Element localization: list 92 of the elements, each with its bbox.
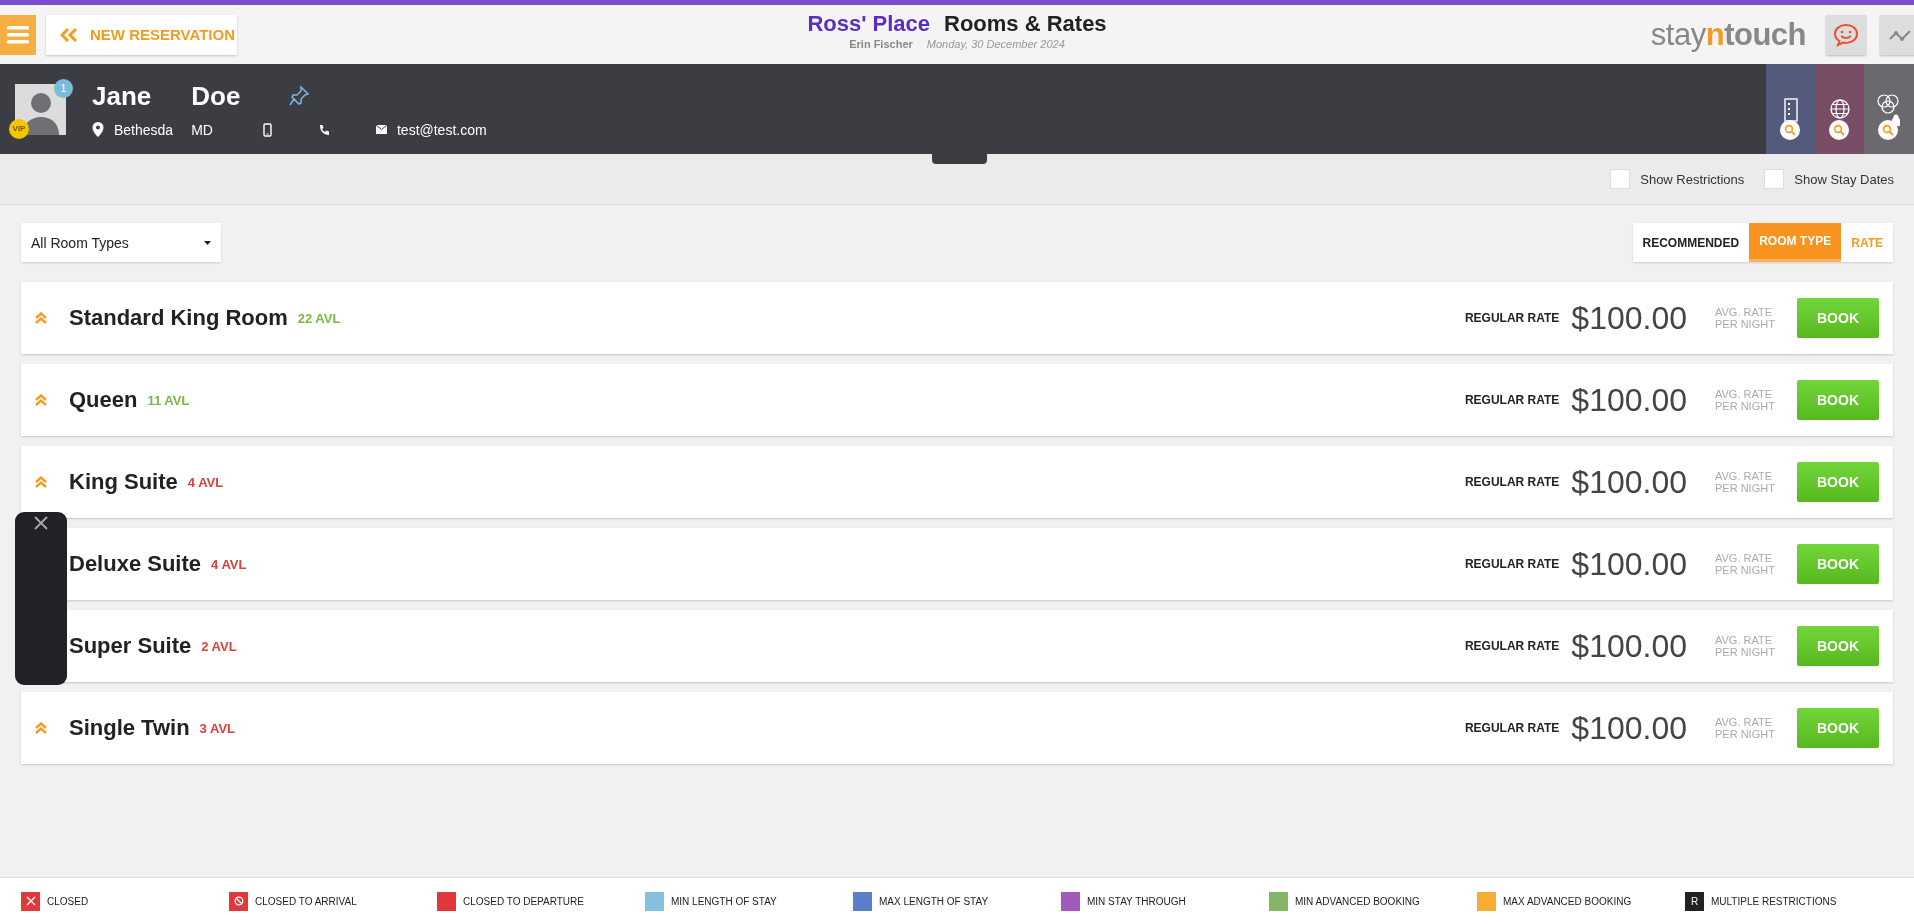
legend-label: MAX LENGTH OF STAY bbox=[879, 895, 989, 907]
option-label: Show Restrictions bbox=[1640, 171, 1745, 187]
guest-city: Bethesda bbox=[114, 121, 174, 138]
rate-name: REGULAR RATE bbox=[1464, 311, 1560, 325]
guest-email: test@test.com bbox=[396, 121, 487, 138]
rate-name: REGULAR RATE bbox=[1464, 393, 1560, 407]
price-note: AVG. RATE PER NIGHT bbox=[1715, 633, 1775, 659]
smiley-chat-icon bbox=[1833, 22, 1859, 47]
legend-label: CLOSED bbox=[47, 895, 89, 907]
travel-agent-card[interactable] bbox=[1815, 64, 1864, 154]
price-note: AVG. RATE PER NIGHT bbox=[1715, 551, 1775, 577]
price: $100.00 bbox=[1571, 381, 1687, 419]
legend-label: MIN ADVANCED BOOKING bbox=[1295, 895, 1420, 907]
legend-swatch: R bbox=[1685, 891, 1704, 911]
guest-last-name: Doe bbox=[191, 80, 241, 112]
group-card[interactable] bbox=[1864, 64, 1914, 154]
availability-count: 4 AVL bbox=[211, 556, 247, 572]
count-badge: 1 bbox=[54, 78, 73, 98]
price: $100.00 bbox=[1571, 299, 1687, 337]
price-note: AVG. RATE PER NIGHT bbox=[1715, 305, 1775, 331]
legend-label: CLOSED TO ARRIVAL bbox=[255, 895, 357, 907]
company-card[interactable] bbox=[1766, 64, 1815, 154]
book-button[interactable]: BOOK bbox=[1797, 380, 1879, 420]
activity-button[interactable] bbox=[1880, 14, 1914, 55]
room-name: Single Twin bbox=[69, 715, 190, 741]
option-label: Show Stay Dates bbox=[1794, 171, 1894, 187]
rate-name: REGULAR RATE bbox=[1464, 721, 1560, 735]
room-name: Deluxe Suite bbox=[69, 551, 202, 577]
search-icon[interactable] bbox=[1878, 120, 1898, 140]
business-date: Monday, 30 December 2024 bbox=[926, 38, 1065, 50]
sort-tab[interactable]: RECOMMENDED bbox=[1632, 223, 1750, 262]
logo: stayntouch bbox=[1650, 16, 1806, 53]
price-note: AVG. RATE PER NIGHT bbox=[1715, 387, 1775, 413]
menu-icon bbox=[7, 24, 29, 45]
sort-tab[interactable]: ROOM TYPE bbox=[1749, 223, 1842, 262]
legend-label: CLOSED TO DEPARTURE bbox=[463, 895, 584, 907]
book-button[interactable]: BOOK bbox=[1797, 708, 1879, 748]
pin-icon[interactable] bbox=[288, 85, 311, 107]
book-button[interactable]: BOOK bbox=[1797, 544, 1879, 584]
caret-icon bbox=[204, 240, 211, 245]
email-icon bbox=[375, 125, 387, 134]
room-type-dropdown[interactable]: All Room Types bbox=[21, 223, 221, 262]
price-note: AVG. RATE PER NIGHT bbox=[1715, 715, 1775, 741]
phone-icon bbox=[317, 123, 330, 136]
guest-state: MD bbox=[191, 121, 213, 138]
guest-first-name: Jane bbox=[92, 80, 152, 112]
legend-label: MULTIPLE RESTRICTIONS bbox=[1711, 895, 1837, 907]
price: $100.00 bbox=[1571, 463, 1687, 501]
room-name: Queen bbox=[69, 387, 138, 413]
price-note: AVG. RATE PER NIGHT bbox=[1715, 469, 1775, 495]
room-name: Super Suite bbox=[69, 633, 192, 659]
vip-badge: VIP bbox=[9, 118, 29, 139]
double-chevron-icon[interactable] bbox=[35, 394, 47, 406]
legend-label: MIN LENGTH OF STAY bbox=[671, 895, 777, 907]
drawer-handle[interactable] bbox=[932, 154, 987, 164]
price: $100.00 bbox=[1571, 545, 1687, 583]
legend-label: MIN STAY THROUGH bbox=[1087, 895, 1186, 907]
availability-count: 2 AVL bbox=[201, 638, 237, 654]
availability-count: 3 AVL bbox=[199, 720, 235, 736]
double-chevron-icon bbox=[60, 27, 78, 42]
book-button[interactable]: BOOK bbox=[1797, 462, 1879, 502]
search-icon[interactable] bbox=[1780, 120, 1800, 140]
chat-button[interactable] bbox=[1826, 14, 1866, 55]
checkbox[interactable] bbox=[1610, 169, 1631, 189]
availability-count: 4 AVL bbox=[187, 474, 224, 490]
availability-count: 11 AVL bbox=[147, 392, 190, 408]
location-pin-icon bbox=[92, 122, 104, 137]
availability-count: 22 AVL bbox=[297, 310, 341, 326]
menu-button[interactable] bbox=[0, 14, 36, 55]
rate-name: REGULAR RATE bbox=[1464, 557, 1560, 571]
room-name: Standard King Room bbox=[69, 305, 288, 331]
property-name: Ross' Place bbox=[807, 11, 930, 37]
page-title: Rooms & Rates bbox=[944, 11, 1107, 37]
double-chevron-icon[interactable] bbox=[35, 476, 47, 488]
globe-icon bbox=[1828, 98, 1851, 120]
price: $100.00 bbox=[1571, 709, 1687, 747]
rate-name: REGULAR RATE bbox=[1464, 475, 1560, 489]
new-reservation-button[interactable]: NEW RESERVATION bbox=[46, 14, 237, 55]
price: $100.00 bbox=[1571, 627, 1687, 665]
book-button[interactable]: BOOK bbox=[1797, 298, 1879, 338]
book-button[interactable]: BOOK bbox=[1797, 626, 1879, 666]
rate-name: REGULAR RATE bbox=[1464, 639, 1560, 653]
legend-label: MAX ADVANCED BOOKING bbox=[1503, 895, 1632, 907]
sort-tab[interactable]: RATE bbox=[1841, 223, 1893, 262]
mobile-phone-icon bbox=[262, 122, 272, 137]
room-name: King Suite bbox=[69, 469, 178, 495]
user-name: Erin Fischer bbox=[849, 38, 913, 50]
double-chevron-icon[interactable] bbox=[35, 722, 47, 734]
double-chevron-icon[interactable] bbox=[35, 312, 47, 324]
search-icon[interactable] bbox=[1829, 120, 1849, 140]
checkbox[interactable] bbox=[1764, 169, 1785, 189]
close-icon[interactable] bbox=[34, 516, 48, 530]
